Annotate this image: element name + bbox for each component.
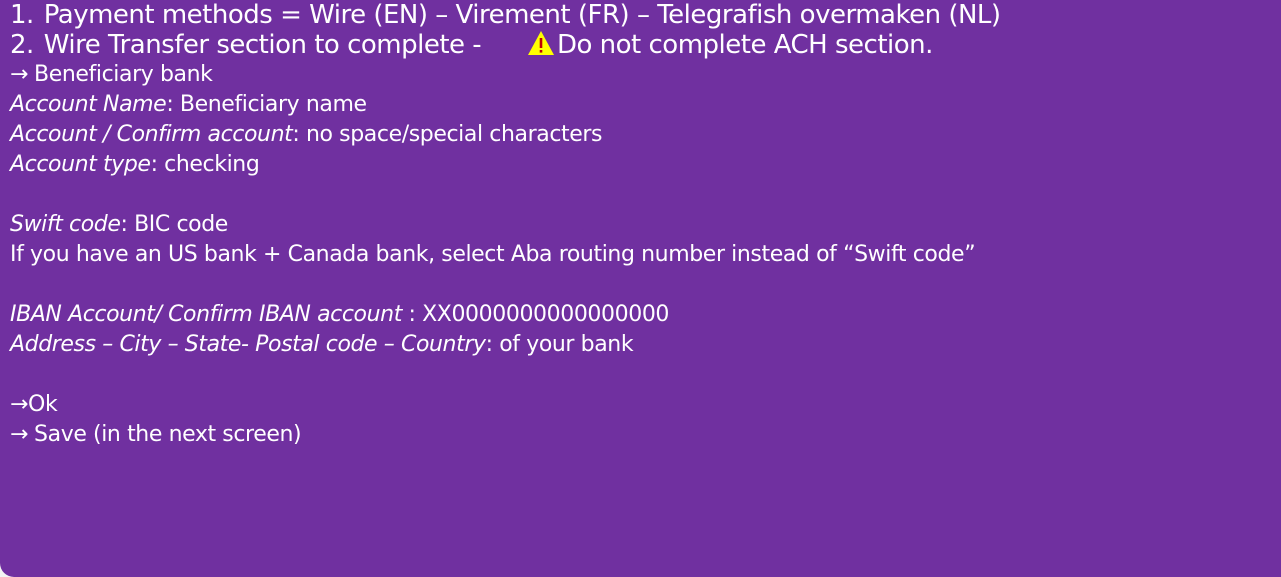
field-value: : BIC code [120,212,229,237]
field-value: : checking [150,152,260,177]
action-ok: →Ok [10,392,58,417]
field-account-confirm: Account / Confirm account: no space/spec… [10,120,1281,150]
warning-triangle-icon [527,30,555,63]
field-value: : no space/special characters [292,122,603,147]
field-label: Account type [10,152,151,177]
warning-text: Do not complete ACH section. [556,30,933,60]
swift-note: If you have an US bank + Canada bank, se… [10,242,976,267]
field-account-type: Account type: checking [10,150,1281,180]
field-iban: IBAN Account/ Confirm IBAN account : XX0… [10,300,1281,330]
step-number: 1. [10,0,34,30]
field-account-name: Account Name: Beneficiary name [10,90,1281,120]
field-label: Account / Confirm account [10,122,293,147]
field-address: Address – City – State- Postal code – Co… [10,330,1281,360]
field-label: Address – City – State- Postal code – Co… [10,332,486,357]
instruction-panel: 1. Payment methods = Wire (EN) – Viremen… [0,0,1281,577]
field-value: : of your bank [485,332,634,357]
field-swift: Swift code: BIC code [10,210,1281,240]
field-label: Account Name [10,92,167,117]
step-2: 2. Wire Transfer section to complete - D… [10,30,1281,60]
beneficiary-heading: → Beneficiary bank [10,60,1281,90]
step-1: 1. Payment methods = Wire (EN) – Viremen… [10,0,1281,30]
field-value: : Beneficiary name [166,92,367,117]
step-text: Payment methods = Wire (EN) – Virement (… [43,0,1001,30]
step-number: 2. [10,30,34,60]
field-value: : XX0000000000000000 [401,302,670,327]
right-arrow-icon: → [10,422,29,447]
step-text: Wire Transfer section to complete - [43,30,482,60]
right-arrow-icon: → [10,392,29,417]
field-label: Swift code [10,212,121,237]
field-label: IBAN Account/ Confirm IBAN account [10,302,402,327]
right-arrow-icon: → [10,62,29,87]
action-save: → Save (in the next screen) [10,420,1281,450]
